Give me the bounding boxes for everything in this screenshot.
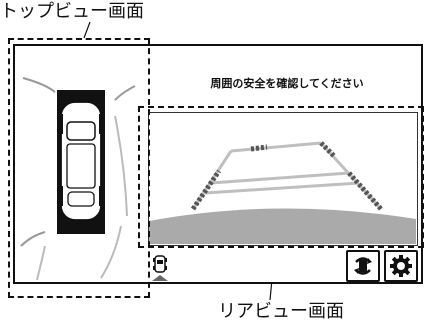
top-view-callout-label: トップビュー画面 (0, 1, 144, 22)
vehicle-status-icon (152, 254, 168, 282)
rear-view-panel (148, 112, 418, 246)
top-view-leader-line (83, 21, 91, 39)
parking-guide-lines (191, 141, 383, 211)
ground-area (149, 208, 416, 244)
rear-view-callout-label: リアビュー画面 (218, 301, 344, 322)
car-icon (57, 101, 105, 221)
camera-switch-button[interactable] (346, 250, 380, 282)
gear-icon (390, 255, 412, 277)
safety-message: 周囲の安全を確認してください (210, 77, 364, 90)
settings-button[interactable] (384, 250, 418, 282)
top-view-panel (15, 46, 143, 282)
camera-switch-icon (354, 257, 372, 275)
